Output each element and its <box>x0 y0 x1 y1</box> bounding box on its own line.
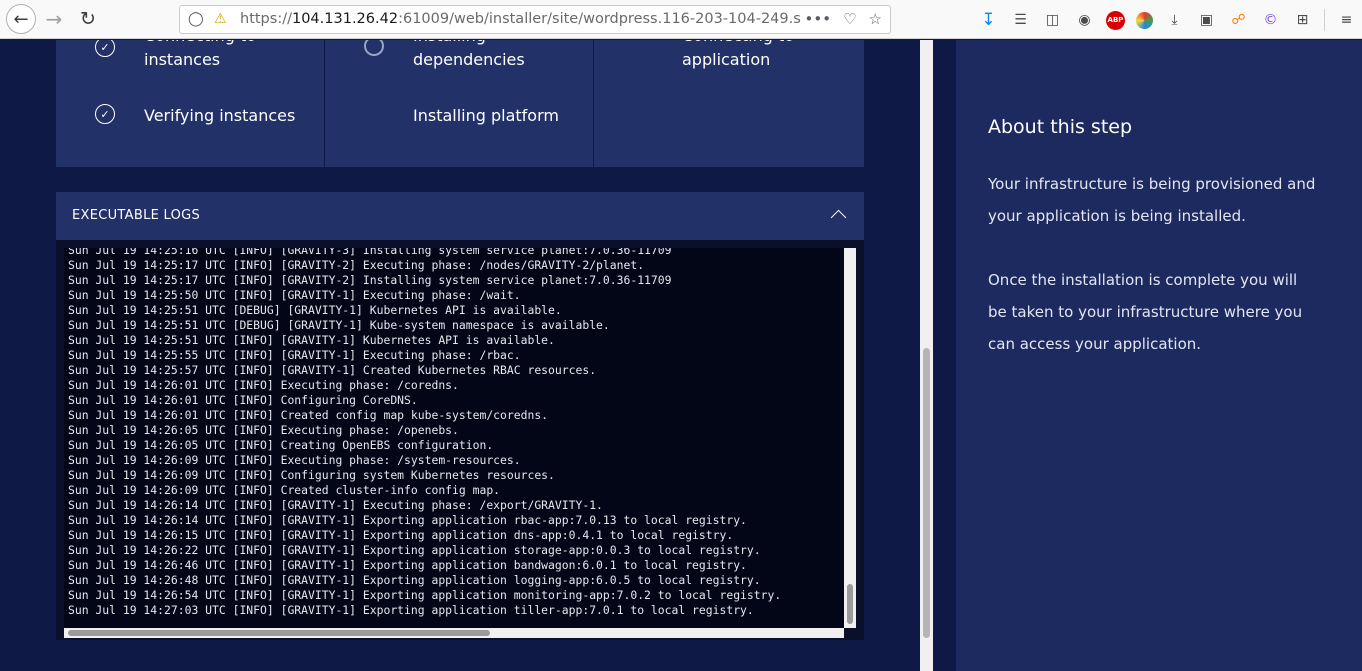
browser-toolbar: ← → ↻ ◯ ⚠ https://104.131.26.42:61009/we… <box>0 0 1362 39</box>
check-circle-icon: ✓ <box>95 40 115 57</box>
toolbar-icons: ↧ ☰ ◫ ◉ ABP ⤓ ▣ ☍ © ⊞ ≡ <box>978 9 1357 31</box>
log-vertical-scroll-thumb[interactable] <box>847 584 853 624</box>
check-circle-icon: ✓ <box>95 104 115 124</box>
log-line: Sun Jul 19 14:26:01 UTC [INFO] Created c… <box>68 408 549 422</box>
gutter <box>933 40 956 671</box>
extension-color-icon[interactable] <box>1136 11 1153 29</box>
log-line: Sun Jul 19 14:26:05 UTC [INFO] Executing… <box>68 423 459 437</box>
log-line: Sun Jul 19 14:26:14 UTC [INFO] [GRAVITY-… <box>68 513 747 527</box>
log-line: Sun Jul 19 14:26:09 UTC [INFO] Executing… <box>68 453 521 467</box>
sidebar-icon[interactable]: ◫ <box>1042 10 1063 31</box>
log-line: Sun Jul 19 14:25:50 UTC [INFO] [GRAVITY-… <box>68 288 521 302</box>
address-bar[interactable]: ◯ ⚠ https://104.131.26.42:61009/web/inst… <box>179 5 891 34</box>
screenshot-icon[interactable]: ▣ <box>1196 10 1217 31</box>
log-lines: Sun Jul 19 14:25:16 UTC [INFO] [GRAVITY-… <box>68 248 781 618</box>
bookmark-star-icon[interactable]: ☆ <box>869 10 882 28</box>
log-line: Sun Jul 19 14:26:48 UTC [INFO] [GRAVITY-… <box>68 573 761 587</box>
insecure-lock-icon[interactable]: ⚠ <box>214 11 227 27</box>
logs-title: EXECUTABLE LOGS <box>72 208 201 223</box>
arrow-right-icon: → <box>45 7 63 31</box>
main-content: ✓ Connecting to instances ✓ Verifying in… <box>0 40 920 671</box>
menu-icon[interactable]: ≡ <box>1336 10 1357 31</box>
pocket-icon[interactable]: ♡ <box>843 10 856 28</box>
download-icon[interactable]: ↧ <box>978 10 999 31</box>
log-line: Sun Jul 19 14:26:09 UTC [INFO] Configuri… <box>68 468 555 482</box>
log-line: Sun Jul 19 14:26:14 UTC [INFO] [GRAVITY-… <box>68 498 603 512</box>
reload-button[interactable]: ↻ <box>74 5 102 33</box>
log-line: Sun Jul 19 14:26:46 UTC [INFO] [GRAVITY-… <box>68 558 747 572</box>
forward-button[interactable]: → <box>40 5 68 33</box>
progress-column-1: ✓ Connecting to instances ✓ Verifying in… <box>56 40 325 167</box>
about-paragraph-1: Your infrastructure is being provisioned… <box>988 175 1316 225</box>
page-actions-button[interactable]: ••• <box>805 10 832 28</box>
log-line: Sun Jul 19 14:26:05 UTC [INFO] Creating … <box>68 438 494 452</box>
adblock-icon[interactable]: ABP <box>1106 10 1125 30</box>
shield-icon[interactable]: ◯ <box>188 11 204 27</box>
back-button[interactable]: ← <box>6 4 36 34</box>
account-icon[interactable]: ◉ <box>1074 10 1095 31</box>
log-vertical-scrollbar[interactable] <box>844 248 856 628</box>
url-actions: ••• ♡ ☆ <box>805 10 882 28</box>
log-line: Sun Jul 19 14:25:16 UTC [INFO] [GRAVITY-… <box>68 248 672 257</box>
log-horizontal-scrollbar[interactable] <box>64 628 844 638</box>
progress-step: Verifying instances <box>144 106 296 125</box>
about-title: About this step <box>988 116 1133 138</box>
log-line: Sun Jul 19 14:25:55 UTC [INFO] [GRAVITY-… <box>68 348 521 362</box>
library-icon[interactable]: ☰ <box>1010 10 1031 31</box>
crop-icon[interactable]: ⊞ <box>1292 10 1313 31</box>
toolbar-separator <box>1324 9 1325 31</box>
log-line: Sun Jul 19 14:25:51 UTC [INFO] [GRAVITY-… <box>68 333 555 347</box>
download-arrow-icon[interactable]: ⤓ <box>1164 10 1185 31</box>
log-line: Sun Jul 19 14:27:03 UTC [INFO] [GRAVITY-… <box>68 603 754 617</box>
progress-card: ✓ Connecting to instances ✓ Verifying in… <box>56 40 864 167</box>
progress-column-2: Installing dependencies Installing platf… <box>325 40 594 167</box>
log-line: Sun Jul 19 14:26:09 UTC [INFO] Created c… <box>68 483 501 497</box>
page-vertical-scrollbar[interactable] <box>920 40 933 671</box>
log-line: Sun Jul 19 14:25:51 UTC [DEBUG] [GRAVITY… <box>68 303 562 317</box>
log-line: Sun Jul 19 14:26:01 UTC [INFO] Executing… <box>68 378 459 392</box>
page-vertical-scroll-thumb[interactable] <box>923 348 930 638</box>
arrow-left-icon: ← <box>13 8 29 30</box>
log-output[interactable]: Sun Jul 19 14:25:16 UTC [INFO] [GRAVITY-… <box>64 248 844 628</box>
about-sidebar: About this step Your infrastructure is b… <box>956 40 1362 671</box>
log-line: Sun Jul 19 14:26:22 UTC [INFO] [GRAVITY-… <box>68 543 761 557</box>
progress-step: Connecting to application <box>682 40 794 69</box>
copyright-extension-icon[interactable]: © <box>1260 10 1281 31</box>
progress-step: Installing dependencies <box>413 40 525 69</box>
log-line: Sun Jul 19 14:25:51 UTC [DEBUG] [GRAVITY… <box>68 318 610 332</box>
logs-header[interactable]: EXECUTABLE LOGS <box>56 192 864 240</box>
log-horizontal-scroll-thumb[interactable] <box>68 630 490 636</box>
progress-step: Installing platform <box>413 106 559 125</box>
log-line: Sun Jul 19 14:25:17 UTC [INFO] [GRAVITY-… <box>68 273 672 287</box>
spinner-icon <box>364 40 384 56</box>
log-line: Sun Jul 19 14:26:01 UTC [INFO] Configuri… <box>68 393 418 407</box>
url-text[interactable]: https://104.131.26.42:61009/web/installe… <box>240 11 800 27</box>
log-line: Sun Jul 19 14:25:17 UTC [INFO] [GRAVITY-… <box>68 258 645 272</box>
log-line: Sun Jul 19 14:25:57 UTC [INFO] [GRAVITY-… <box>68 363 597 377</box>
link-extension-icon[interactable]: ☍ <box>1228 10 1249 31</box>
reload-icon: ↻ <box>80 8 96 30</box>
chevron-up-icon[interactable] <box>828 204 850 226</box>
progress-step: Connecting to instances <box>144 40 256 69</box>
progress-column-3: Connecting to application <box>594 40 863 167</box>
log-line: Sun Jul 19 14:26:54 UTC [INFO] [GRAVITY-… <box>68 588 782 602</box>
log-panel: Sun Jul 19 14:25:16 UTC [INFO] [GRAVITY-… <box>56 240 864 640</box>
log-line: Sun Jul 19 14:26:15 UTC [INFO] [GRAVITY-… <box>68 528 734 542</box>
about-paragraph-2: Once the installation is complete you wi… <box>988 271 1303 353</box>
